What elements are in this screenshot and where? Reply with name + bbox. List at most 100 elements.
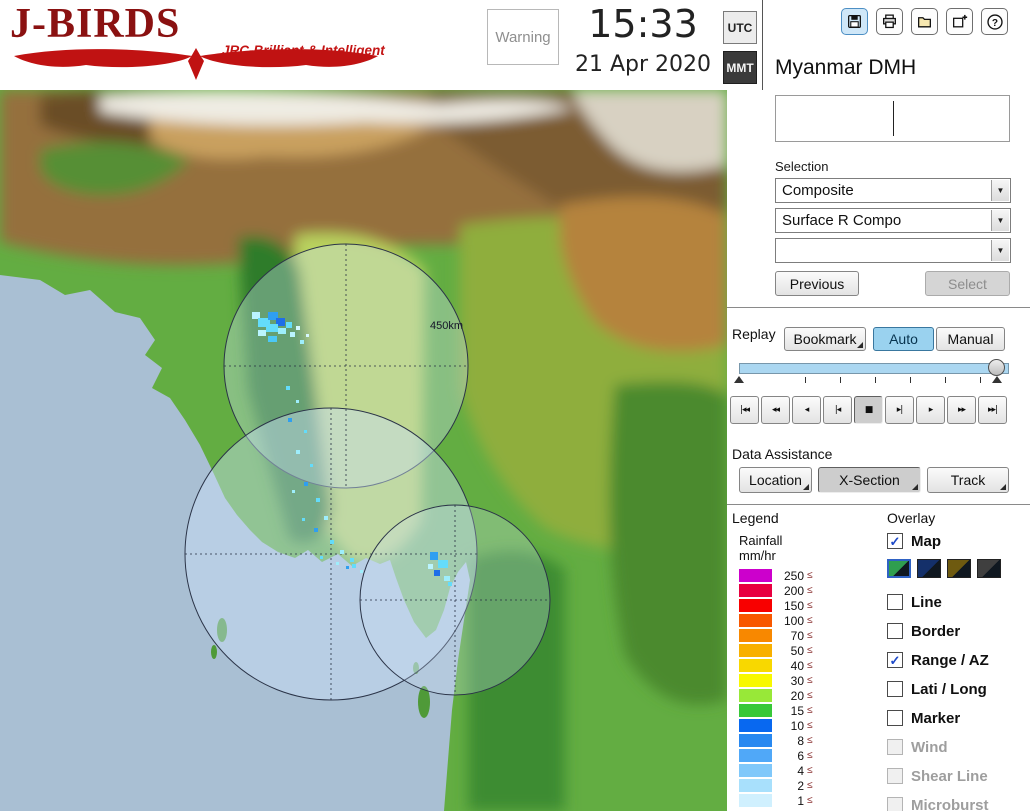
time-slider[interactable] <box>739 363 1009 374</box>
slider-end-marker <box>992 376 1002 383</box>
legend-value: 1 <box>797 793 804 808</box>
play-button[interactable]: ▸ <box>916 396 945 424</box>
checkbox[interactable]: ✓ <box>887 710 903 726</box>
skip-to-start-button[interactable]: |◂◂ <box>730 396 759 424</box>
legend-value: 250 <box>783 568 804 583</box>
less-equal-symbol: ≤ <box>807 735 813 746</box>
overlay-item-label: Range / AZ <box>911 651 989 669</box>
map-style-green-blue[interactable] <box>887 559 911 578</box>
less-equal-symbol: ≤ <box>807 690 813 701</box>
checkbox: ✓ <box>887 797 903 811</box>
less-equal-symbol: ≤ <box>807 780 813 791</box>
skip-to-end-button[interactable]: ▸▸| <box>978 396 1007 424</box>
open-folder-button[interactable] <box>911 8 938 35</box>
overlay-item-map[interactable]: ✓ Map <box>887 530 1030 552</box>
step-back-button[interactable]: |◂ <box>823 396 852 424</box>
selection-label: Selection <box>775 159 829 174</box>
legend-color-swatch <box>739 599 772 612</box>
dropdown-arrow-button[interactable]: ▼ <box>991 180 1009 201</box>
legend-row: 4 ≤ <box>739 763 813 778</box>
checkbox[interactable]: ✓ <box>887 623 903 639</box>
timezone-mmt-button[interactable]: MMT <box>723 51 757 84</box>
overlay-item-marker[interactable]: ✓ Marker <box>887 707 1030 729</box>
check-mark: ✓ <box>889 652 901 668</box>
save-icon <box>848 15 861 28</box>
auto-mode-button[interactable]: Auto <box>873 327 934 351</box>
dropdown-arrow-button[interactable]: ▼ <box>991 240 1009 261</box>
less-equal-symbol: ≤ <box>807 570 813 581</box>
slider-start-marker <box>734 376 744 383</box>
less-equal-symbol: ≤ <box>807 675 813 686</box>
legend-row: 100 ≤ <box>739 613 813 628</box>
legend-color-swatch <box>739 764 772 777</box>
location-button[interactable]: Location <box>739 467 812 493</box>
fast-forward-button[interactable]: ▸▸ <box>947 396 976 424</box>
legend-value: 15 <box>790 703 804 718</box>
map-style-olive[interactable] <box>947 559 971 578</box>
app-window: J-BIRDS JRC-Brilliant & Intelligent Rada… <box>0 0 1030 811</box>
timezone-utc-button[interactable]: UTC <box>723 11 757 44</box>
select-button[interactable]: Select <box>925 271 1010 296</box>
map-style-dark-gray[interactable] <box>977 559 1001 578</box>
less-equal-symbol: ≤ <box>807 660 813 671</box>
overlay-item-border[interactable]: ✓ Border <box>887 620 1030 642</box>
slider-tick <box>805 377 806 383</box>
legend-value: 30 <box>790 673 804 688</box>
print-button[interactable] <box>876 8 903 35</box>
overlay-item-lati-long[interactable]: ✓ Lati / Long <box>887 678 1030 700</box>
legend-scale: 250 ≤ 200 ≤ 150 ≤ 100 ≤ 70 ≤ 50 ≤ 40 ≤ 30 ≤ 20 ≤ … <box>739 568 813 808</box>
option-dropdown[interactable]: ▼ <box>775 238 1011 263</box>
legend-unit: Rainfall mm/hr <box>739 533 782 563</box>
track-button[interactable]: Track <box>927 467 1009 493</box>
legend-value: 20 <box>790 688 804 703</box>
overlay-options: ✓ Map ✓ Line ✓ Border ✓ Range / AZ <box>887 530 1030 811</box>
save-button[interactable] <box>841 8 868 35</box>
overlay-item-microburst: ✓ Microburst <box>887 794 1030 811</box>
divider <box>727 307 1030 308</box>
overlay-item-line[interactable]: ✓ Line <box>887 591 1030 613</box>
legend-value: 10 <box>790 718 804 733</box>
map-style-swatches <box>887 559 1030 579</box>
legend-row: 1 ≤ <box>739 793 813 808</box>
previous-button[interactable]: Previous <box>775 271 859 296</box>
legend-value: 200 <box>783 583 804 598</box>
map-style-navy[interactable] <box>917 559 941 578</box>
legend-row: 200 ≤ <box>739 583 813 598</box>
legend-color-swatch <box>739 584 772 597</box>
play-reverse-button[interactable]: ◂ <box>792 396 821 424</box>
product-dropdown[interactable]: Composite ▼ <box>775 178 1011 203</box>
legend-row: 8 ≤ <box>739 733 813 748</box>
checkbox[interactable]: ✓ <box>887 652 903 668</box>
clock-time: 15:33 <box>588 2 698 46</box>
less-equal-symbol: ≤ <box>807 585 813 596</box>
overlay-item-range-az[interactable]: ✓ Range / AZ <box>887 649 1030 671</box>
eagle-logo-icon <box>14 48 378 80</box>
capture-add-button[interactable] <box>946 8 973 35</box>
chevron-down-icon: ▼ <box>996 186 1005 195</box>
time-slider-thumb[interactable] <box>988 359 1005 376</box>
checkbox[interactable]: ✓ <box>887 533 903 549</box>
info-text-field[interactable] <box>775 95 1010 142</box>
app-logo-title: J-BIRDS <box>10 1 181 47</box>
bookmark-button[interactable]: Bookmark <box>784 327 866 351</box>
manual-mode-button[interactable]: Manual <box>936 327 1005 351</box>
less-equal-symbol: ≤ <box>807 765 813 776</box>
legend-color-swatch <box>739 569 772 582</box>
checkbox[interactable]: ✓ <box>887 594 903 610</box>
legend-row: 70 ≤ <box>739 628 813 643</box>
stop-button[interactable]: ■ <box>854 396 883 424</box>
x-section-button[interactable]: X-Section <box>818 467 921 493</box>
checkbox[interactable]: ✓ <box>887 681 903 697</box>
product-dropdown-value: Composite <box>782 182 854 199</box>
help-button[interactable]: ? <box>981 8 1008 35</box>
legend-color-swatch <box>739 689 772 702</box>
chevron-down-icon: ▼ <box>996 246 1005 255</box>
subproduct-dropdown[interactable]: Surface R Compo ▼ <box>775 208 1011 233</box>
step-forward-button[interactable]: ▸| <box>885 396 914 424</box>
replay-label: Replay <box>732 326 776 342</box>
overlay-item-shear-line: ✓ Shear Line <box>887 765 1030 787</box>
fast-rewind-button[interactable]: ◂◂ <box>761 396 790 424</box>
radar-map[interactable]: 450km <box>0 90 727 811</box>
legend-row: 10 ≤ <box>739 718 813 733</box>
dropdown-arrow-button[interactable]: ▼ <box>991 210 1009 231</box>
